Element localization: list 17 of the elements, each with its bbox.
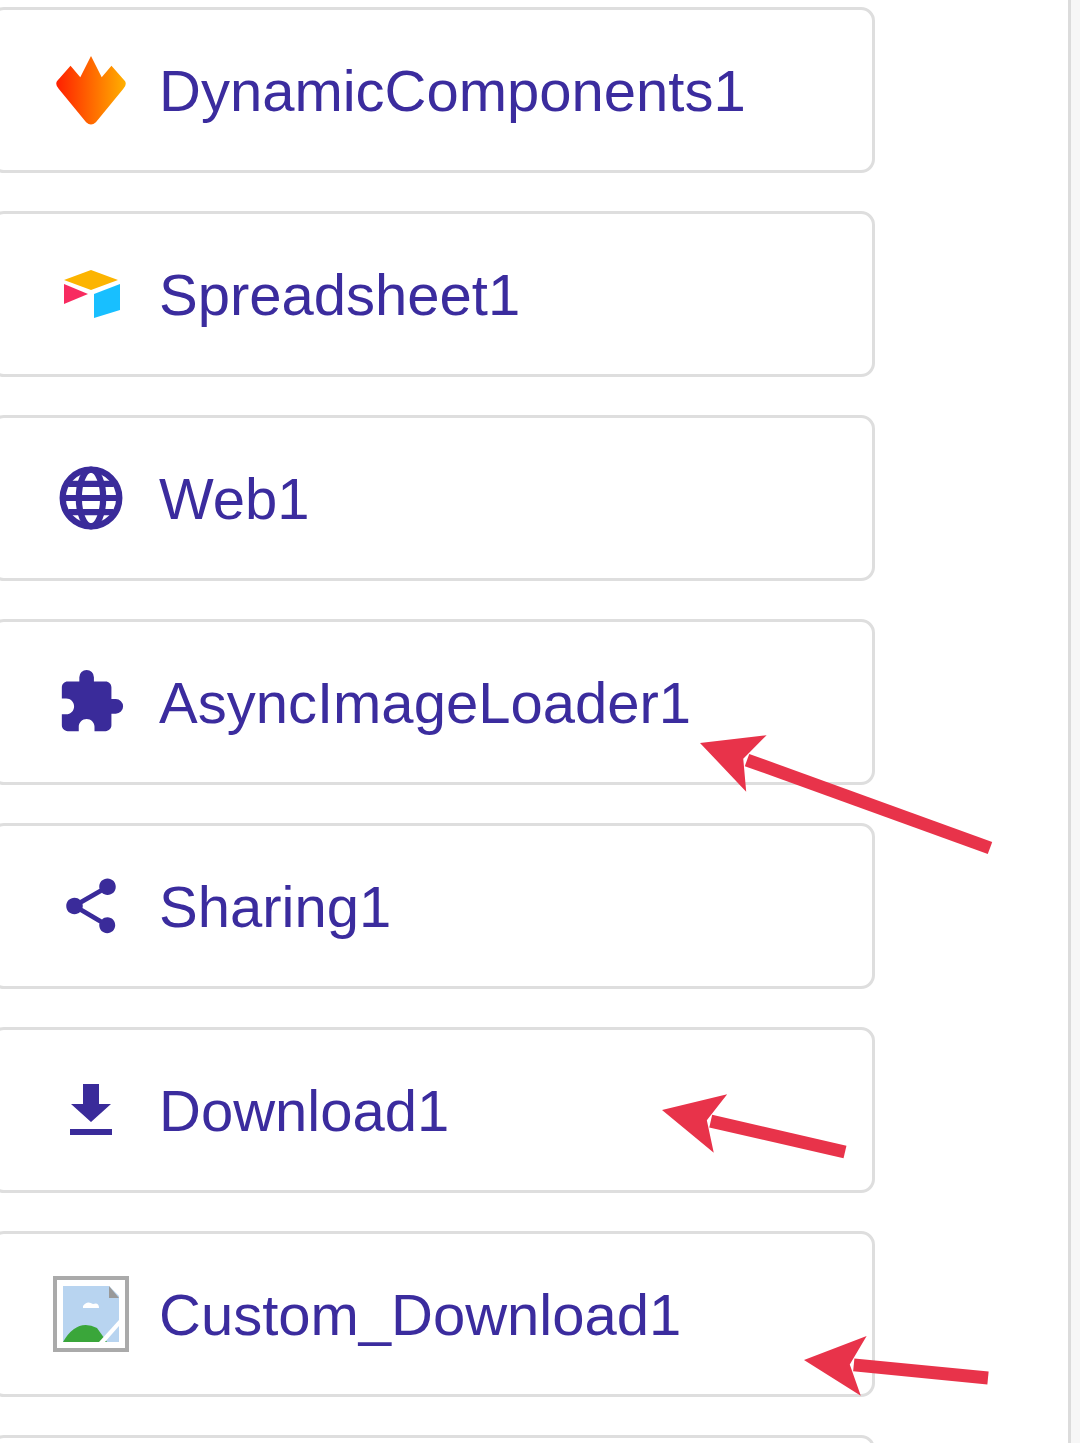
component-name: Spreadsheet1 [159,260,521,328]
component-name: AsyncImageLoader1 [159,668,691,736]
globe-icon [57,464,125,532]
component-card[interactable]: Download1 [0,1027,875,1193]
component-card[interactable]: DynamicComponents1 [0,7,875,173]
component-name: Web1 [159,464,310,532]
component-name: DynamicComponents1 [159,56,746,124]
download-icon [68,1082,114,1138]
component-name: Sharing1 [159,872,392,940]
component-name: Download1 [159,1076,450,1144]
component-card[interactable]: Sharing1 [0,823,875,989]
component-card[interactable]: Spreadsheet1 [0,211,875,377]
component-card[interactable]: AsyncImageLoader1 [0,619,875,785]
component-card[interactable]: Web1 [0,415,875,581]
component-card[interactable]: Custom_Download1 [0,1231,875,1397]
image-icon [53,1276,129,1352]
component-name: Custom_Download1 [159,1280,682,1348]
